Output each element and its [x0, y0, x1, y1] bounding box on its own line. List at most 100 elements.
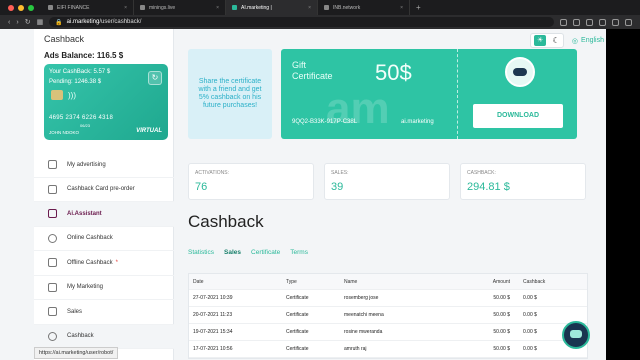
- tab-certificate[interactable]: Certificate: [251, 249, 280, 256]
- favicon-icon: [48, 5, 53, 10]
- table-row: 27-07-2021 10:39 Certificate rosemberg jos…: [189, 290, 587, 307]
- url-path: /user/cashback/: [99, 19, 142, 25]
- contactless-icon: ))): [68, 91, 76, 100]
- sales-table: Date Type Name Amount Cashback 27-07-202…: [188, 273, 588, 359]
- tab-close-icon[interactable]: ×: [400, 5, 403, 11]
- tab-statistics[interactable]: Statistics: [188, 249, 214, 256]
- card-expiry: 06/23: [80, 123, 91, 128]
- browser-tab-bar: EIFI FINANCE × minings.live × AI.marketing…: [0, 0, 640, 15]
- dollar-icon: [48, 331, 57, 341]
- table-row: 17-07-2021 10:56 Certificate amruth raj 50.…: [189, 341, 587, 358]
- sidebar-item-sales[interactable]: Sales: [34, 300, 174, 325]
- tab-close-icon[interactable]: ×: [124, 5, 127, 11]
- header-controls: ☀ ☾ ◎ English: [529, 33, 604, 48]
- shield-icon[interactable]: [573, 18, 580, 26]
- sidebar-item-my-advertising[interactable]: My advertising: [34, 153, 174, 178]
- card-pending: Pending: 1246.38 $: [49, 79, 102, 85]
- tab-terms[interactable]: Terms: [290, 249, 308, 256]
- tab-close-icon[interactable]: ×: [216, 5, 219, 11]
- megaphone-icon: [48, 160, 57, 170]
- cube-icon[interactable]: [586, 18, 593, 26]
- cart-icon: [48, 307, 57, 317]
- stat-cashback: CASHBACK: 294.81 $: [460, 163, 586, 200]
- page: Cashback Ads Balance: 116.5 $ Your CashB…: [0, 29, 640, 360]
- watermark-logo: am: [326, 84, 390, 133]
- globe-icon: [48, 233, 57, 243]
- url-field[interactable]: 🔒 ai.marketing/user/cashback/: [49, 17, 554, 27]
- sidebar-item-my-marketing[interactable]: My Marketing: [34, 276, 174, 300]
- globe-icon: ◎: [571, 37, 579, 45]
- card-number: 4695 2374 6226 4318: [49, 115, 114, 121]
- maximize-window-button[interactable]: [28, 4, 34, 11]
- browser-tab[interactable]: INB.network ×: [318, 0, 410, 15]
- tab-sales[interactable]: Sales: [224, 249, 241, 256]
- tab-close-icon[interactable]: ×: [308, 5, 311, 11]
- favicon-icon: [140, 5, 145, 10]
- language-selector[interactable]: ◎ English: [572, 37, 604, 45]
- sun-icon[interactable]: ☀: [534, 35, 547, 46]
- extension-icon[interactable]: [560, 18, 567, 26]
- favicon-icon: [324, 5, 329, 10]
- assistant-icon: [48, 209, 57, 219]
- back-icon[interactable]: ‹: [8, 19, 10, 26]
- menu-icon[interactable]: [625, 18, 632, 26]
- content-tabs: Statistics Sales Certificate Terms: [188, 249, 308, 256]
- gift-brand: ai.marketing: [401, 119, 434, 125]
- url-domain: ai.marketing: [66, 19, 100, 25]
- table-row: 19-07-2021 15:34 Certificate rosine mweran…: [189, 324, 587, 341]
- chatbot-icon[interactable]: [562, 321, 590, 349]
- browser-tab[interactable]: EIFI FINANCE ×: [42, 0, 134, 15]
- window-controls: [0, 4, 42, 11]
- status-url: https://ai.marketing/user/robot/: [34, 347, 119, 359]
- theme-toggle[interactable]: ☀ ☾: [529, 33, 564, 48]
- ads-balance: Ads Balance: 116.5 $: [44, 51, 124, 60]
- lock-icon: 🔒: [55, 19, 63, 26]
- new-badge: *: [115, 259, 118, 266]
- grid-icon[interactable]: ▦: [37, 18, 44, 26]
- gift-amount: 50$: [375, 60, 412, 85]
- store-icon: [48, 258, 57, 268]
- sidebar-menu: My advertising Cashback Card pre-order A…: [34, 153, 174, 349]
- moon-icon[interactable]: ☾: [553, 36, 560, 45]
- card-cashback: Your CashBack: 5.57 $: [49, 69, 111, 75]
- chart-icon: [48, 282, 57, 292]
- sidebar-item-offline-cashback[interactable]: Offline Cashback *: [34, 251, 174, 276]
- chip-icon: [51, 90, 63, 100]
- card-holder: JOHN NDOKO: [49, 130, 80, 135]
- sidebar: Cashback Ads Balance: 116.5 $ Your CashB…: [34, 29, 174, 360]
- browser-tab[interactable]: minings.live ×: [134, 0, 226, 15]
- gift-code: 9QQ2-B33K-917P-C38L: [292, 119, 358, 125]
- sidebar-item-cashback[interactable]: Cashback: [34, 324, 174, 349]
- sidebar-title: Cashback: [44, 34, 85, 44]
- card-icon: [48, 184, 57, 194]
- cashback-card: Your CashBack: 5.57 $ Pending: 1246.38 $…: [44, 64, 168, 140]
- forward-icon[interactable]: ›: [16, 19, 18, 26]
- download-icon[interactable]: [612, 18, 619, 26]
- robot-icon: [505, 57, 535, 87]
- refresh-icon[interactable]: ↻: [148, 71, 162, 85]
- download-button[interactable]: DOWNLOAD: [473, 104, 563, 128]
- heart-icon[interactable]: [599, 18, 606, 26]
- sidebar-item-card-preorder[interactable]: Cashback Card pre-order: [34, 178, 174, 202]
- sidebar-item-online-cashback[interactable]: Online Cashback: [34, 227, 174, 251]
- favicon-icon: [232, 5, 237, 10]
- table-header: Date Type Name Amount Cashback: [189, 274, 587, 290]
- new-tab-button[interactable]: +: [410, 3, 427, 12]
- page-title: Cashback: [188, 212, 264, 231]
- divider: [457, 49, 458, 139]
- stat-sales: SALES: 39: [324, 163, 450, 200]
- stat-activations: ACTIVATIONS: 76: [188, 163, 314, 200]
- gift-title: Gift Certificate: [292, 60, 333, 81]
- address-bar-row: ‹ › ↻ ▦ 🔒 ai.marketing/user/cashback/: [0, 15, 640, 29]
- main-content: ☀ ☾ ◎ English Share the certificate with …: [175, 29, 606, 360]
- screen-margin: [606, 29, 640, 360]
- minimize-window-button[interactable]: [18, 4, 24, 11]
- close-window-button[interactable]: [8, 4, 14, 11]
- promo-box: Share the certificate with a friend and …: [188, 49, 272, 139]
- reload-icon[interactable]: ↻: [25, 18, 31, 26]
- card-type: VIRTUAL: [136, 128, 162, 134]
- browser-tab-active[interactable]: AI.marketing | ×: [226, 0, 318, 15]
- sidebar-item-ai-assistant[interactable]: Ai.Assistant: [34, 202, 174, 227]
- table-row: 20-07-2021 11:23 Certificate meenatchi mee…: [189, 307, 587, 324]
- gift-certificate: am Gift Certificate 50$ 9QQ2-B33K-917P-C3…: [281, 49, 577, 139]
